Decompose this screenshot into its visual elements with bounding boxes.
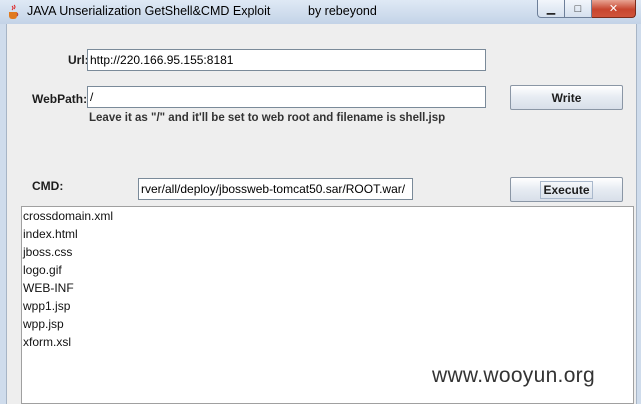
url-input[interactable]: http://220.166.95.155:8181 bbox=[87, 49, 486, 71]
url-label: Url: bbox=[68, 53, 89, 67]
minimize-icon: ▁ bbox=[546, 3, 556, 15]
output-line: crossdomain.xml bbox=[23, 209, 114, 223]
execute-button[interactable]: Execute bbox=[510, 177, 623, 202]
output-line: index.html bbox=[23, 227, 78, 241]
title-bar[interactable]: JAVA Unserialization GetShell&CMD Exploi… bbox=[0, 0, 641, 24]
window-title: JAVA Unserialization GetShell&CMD Exploi… bbox=[27, 4, 271, 18]
minimize-button[interactable]: ▁ bbox=[537, 0, 565, 18]
output-line: wpp.jsp bbox=[23, 317, 64, 331]
output-line: xform.xsl bbox=[23, 335, 71, 349]
write-button[interactable]: Write bbox=[510, 85, 623, 110]
write-button-label: Write bbox=[551, 90, 582, 105]
java-coffee-cup-icon bbox=[9, 4, 19, 19]
client-area: Url: http://220.166.95.155:8181 WebPath:… bbox=[6, 24, 637, 404]
webpath-hint: Leave it as "/" and it'll be set to web … bbox=[89, 112, 446, 124]
execute-button-label: Execute bbox=[540, 180, 593, 199]
maximize-icon: □ bbox=[574, 2, 582, 15]
watermark: www.wooyun.org bbox=[432, 364, 595, 387]
output-line: jboss.css bbox=[23, 245, 73, 259]
output-line: WEB-INF bbox=[23, 281, 74, 295]
output-line: logo.gif bbox=[23, 263, 62, 277]
webpath-input[interactable]: / bbox=[87, 86, 486, 108]
cmd-label: CMD: bbox=[32, 179, 64, 193]
output-line: wpp1.jsp bbox=[23, 299, 71, 313]
close-icon: ✕ bbox=[608, 3, 619, 15]
window-author: by rebeyond bbox=[308, 4, 377, 18]
app-window: JAVA Unserialization GetShell&CMD Exploi… bbox=[0, 0, 641, 404]
cmd-input[interactable]: rver/all/deploy/jbossweb-tomcat50.sar/RO… bbox=[138, 178, 413, 200]
maximize-button[interactable]: □ bbox=[565, 0, 592, 18]
webpath-label: WebPath: bbox=[32, 92, 88, 106]
close-button[interactable]: ✕ bbox=[592, 0, 636, 18]
